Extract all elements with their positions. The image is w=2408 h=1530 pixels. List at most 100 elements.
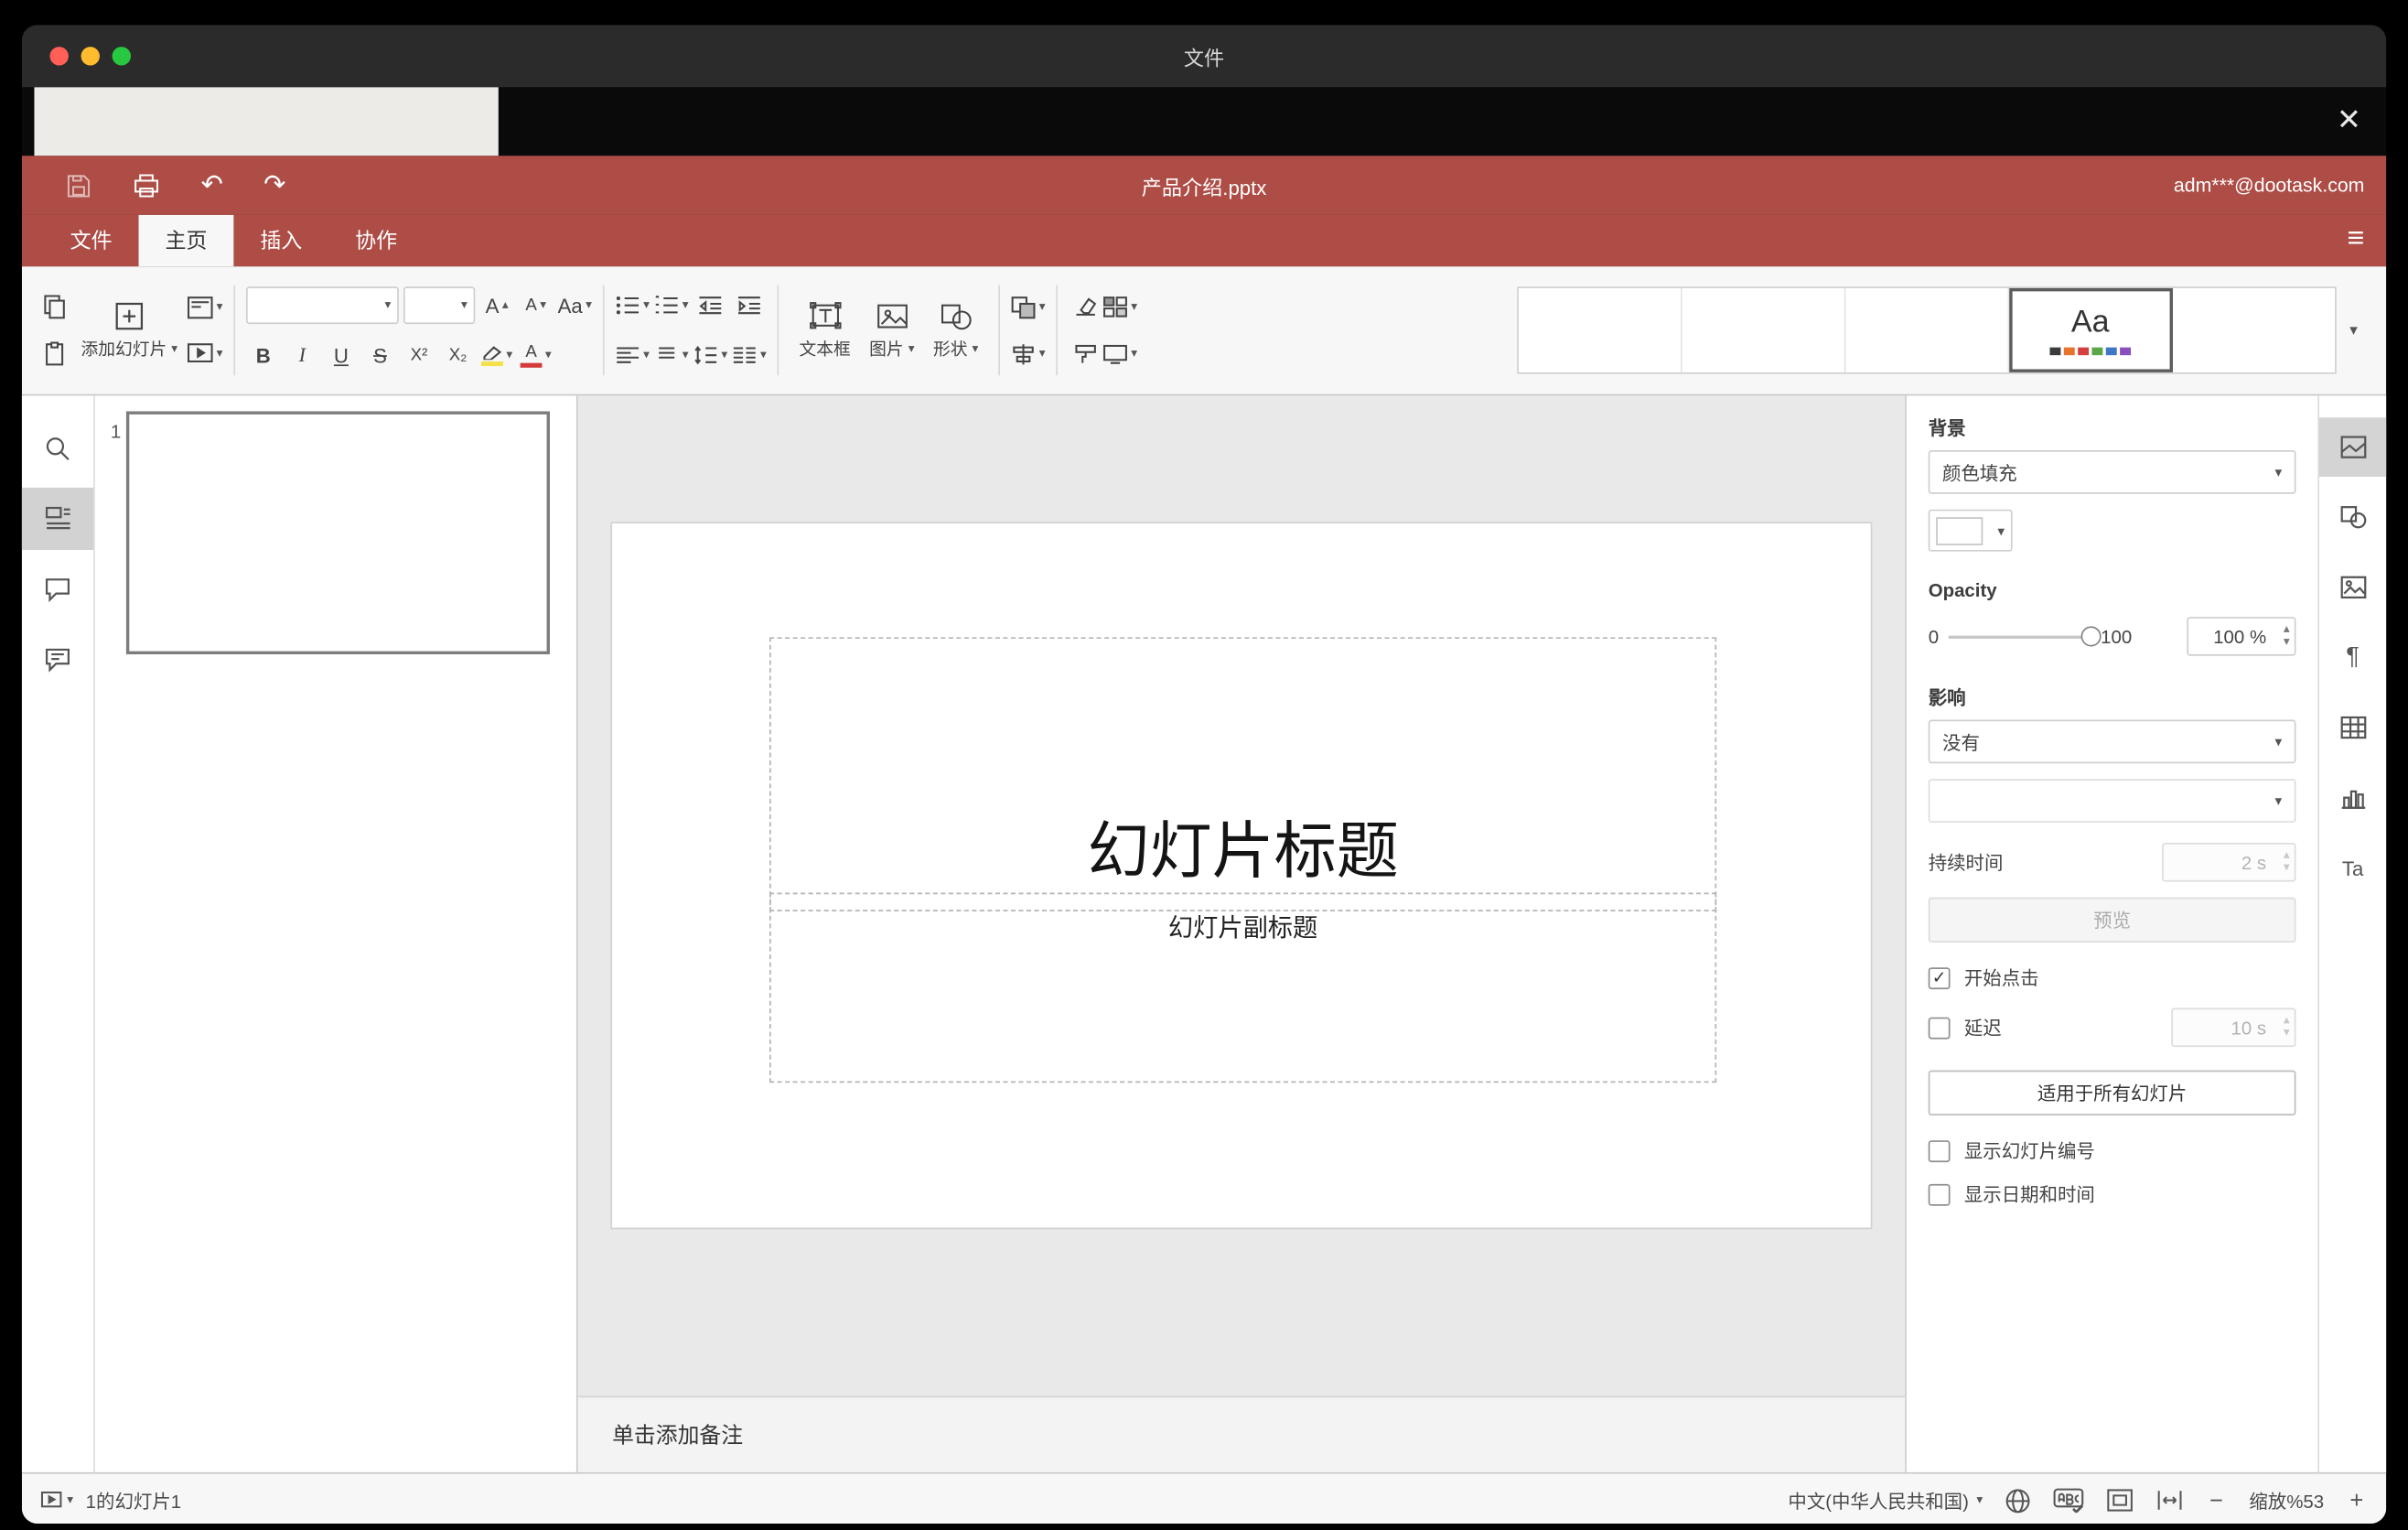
redo-icon[interactable]: ↷	[263, 170, 285, 201]
show-date-time-checkbox[interactable]	[1928, 1183, 1951, 1205]
image-settings-icon[interactable]	[2319, 557, 2386, 617]
fit-width-icon[interactable]	[2155, 1488, 2184, 1513]
background-fill-select[interactable]: 颜色填充 ▾	[1928, 450, 2296, 494]
apply-to-all-slides-button[interactable]: 适用于所有幻灯片	[1928, 1070, 2296, 1115]
underline-button[interactable]: U	[324, 337, 358, 374]
copy-style-icon[interactable]	[1069, 335, 1102, 372]
tab-home[interactable]: 主页	[138, 214, 234, 267]
bold-button[interactable]: B	[246, 337, 280, 374]
left-icon-strip	[21, 395, 95, 1472]
clear-style-icon[interactable]	[1069, 288, 1102, 326]
opacity-slider[interactable]	[1948, 625, 2102, 646]
paragraph-settings-icon[interactable]: ¶	[2319, 628, 2386, 687]
theme-tile[interactable]	[1682, 287, 1846, 372]
arrange-shapes-icon[interactable]: ▾	[1011, 288, 1046, 326]
insert-image-button[interactable]: 图片 ▾	[860, 266, 924, 394]
color-scheme-icon[interactable]: ▾	[1103, 288, 1137, 326]
delay-row: 延迟 10 s ▴ ▾	[1928, 1007, 2296, 1048]
right-icon-strip: ¶ Ta	[2317, 395, 2387, 1472]
font-color-icon[interactable]: A ▾	[519, 337, 553, 374]
app: 文件 ✕ ↶ ↷ 产品介绍.pptx adm***@dootask.com 文件…	[0, 0, 2408, 1530]
notes-area[interactable]: 单击添加备注	[577, 1395, 1906, 1472]
change-case-icon[interactable]: Aa ▾	[558, 286, 592, 324]
zoom-out-icon[interactable]: −	[2206, 1487, 2228, 1514]
language-selector[interactable]: 中文(中华人民共和国) ▾	[1788, 1487, 1983, 1514]
start-slideshow-status-icon[interactable]: ▾	[40, 1490, 73, 1512]
close-icon[interactable]: ✕	[2337, 102, 2361, 138]
chevron-down-icon: ▾	[972, 339, 979, 355]
subtitle-placeholder[interactable]: 幻灯片副标题	[769, 892, 1717, 1083]
print-icon[interactable]	[133, 172, 161, 199]
increase-font-icon[interactable]: A ▴	[479, 286, 513, 324]
theme-tile[interactable]	[1518, 287, 1682, 372]
highlight-color-icon[interactable]: ▾	[479, 337, 513, 374]
chevron-down-icon: ▾	[1976, 1492, 1983, 1507]
horizontal-align-icon[interactable]: ▾	[616, 337, 650, 374]
fit-slide-icon[interactable]	[2106, 1488, 2134, 1513]
add-slide-button[interactable]: 添加幻灯片 ▾	[71, 266, 187, 394]
table-settings-icon[interactable]	[2319, 698, 2386, 758]
strikethrough-button[interactable]: S	[363, 337, 397, 374]
textart-settings-icon[interactable]: Ta	[2319, 838, 2386, 898]
numbering-icon[interactable]: ▾	[654, 286, 689, 324]
theme-gallery-expand-icon[interactable]: ▾	[2337, 288, 2370, 372]
spellcheck-icon[interactable]	[2053, 1488, 2084, 1514]
title-placeholder[interactable]: 幻灯片标题	[769, 637, 1717, 911]
theme-tile[interactable]	[2172, 287, 2336, 372]
paste-icon[interactable]	[38, 335, 71, 372]
background-color-picker[interactable]: ▾	[1928, 509, 2013, 552]
document-language-icon[interactable]	[2005, 1487, 2031, 1514]
shape-settings-icon[interactable]	[2319, 488, 2386, 547]
maximize-traffic-button[interactable]	[112, 47, 132, 66]
zoom-in-icon[interactable]: +	[2346, 1487, 2368, 1514]
insert-shape-button[interactable]: 形状 ▾	[924, 266, 988, 394]
color-swatch	[1936, 516, 1983, 545]
increase-indent-icon[interactable]	[732, 286, 766, 324]
menu-icon[interactable]: ≡	[2348, 222, 2365, 256]
slide-settings-icon[interactable]	[2319, 417, 2387, 477]
tab-collaboration[interactable]: 协作	[328, 215, 424, 266]
show-slide-number-checkbox[interactable]	[1928, 1139, 1951, 1162]
slide-layout-icon[interactable]: ▾	[187, 288, 223, 326]
decrease-indent-icon[interactable]	[693, 286, 727, 324]
slide-size-icon[interactable]: ▾	[1103, 335, 1137, 372]
line-spacing-icon[interactable]: ▾	[693, 337, 727, 374]
comments-icon[interactable]	[22, 557, 93, 620]
save-icon[interactable]	[66, 172, 92, 199]
start-on-click-checkbox[interactable]: ✓	[1928, 966, 1951, 989]
slides-panel-icon[interactable]	[21, 487, 94, 550]
slide-thumbnail[interactable]	[125, 411, 550, 655]
opacity-spinner[interactable]: 100 % ▴ ▾	[2187, 617, 2296, 656]
align-shapes-icon[interactable]: ▾	[1011, 335, 1046, 372]
minimize-traffic-button[interactable]	[81, 47, 100, 66]
font-name-combo[interactable]: ▾	[246, 286, 399, 325]
account-email: adm***@dootask.com	[2173, 174, 2365, 197]
superscript-button[interactable]: X²	[402, 337, 435, 374]
subscript-button[interactable]: X₂	[441, 337, 475, 374]
close-traffic-button[interactable]	[49, 47, 69, 66]
chevron-down-icon: ▾	[216, 298, 223, 314]
theme-tile[interactable]	[1845, 287, 2010, 372]
font-size-combo[interactable]: ▾	[403, 286, 476, 325]
chart-settings-icon[interactable]	[2319, 768, 2386, 827]
decrease-font-icon[interactable]: A ▾	[519, 286, 553, 324]
tab-insert[interactable]: 插入	[233, 215, 328, 266]
start-slideshow-icon[interactable]: ▾	[187, 335, 223, 372]
copy-icon[interactable]	[38, 288, 71, 326]
undo-icon[interactable]: ↶	[201, 170, 223, 201]
feedback-icon[interactable]	[22, 628, 93, 690]
opacity-slider-knob[interactable]	[2080, 625, 2102, 646]
vertical-align-icon[interactable]: ▾	[654, 337, 689, 374]
italic-button[interactable]: I	[285, 337, 319, 374]
search-icon[interactable]	[22, 417, 93, 479]
insert-textbox-button[interactable]: 文本框	[790, 266, 860, 394]
tab-file[interactable]: 文件	[44, 215, 139, 266]
bullets-icon[interactable]: ▾	[616, 286, 650, 324]
delay-checkbox[interactable]	[1928, 1016, 1951, 1039]
theme-gallery: Aa ▾	[1517, 286, 2370, 374]
columns-icon[interactable]: ▾	[732, 337, 767, 374]
start-on-click-label: 开始点击	[1963, 967, 2039, 990]
slide-editor[interactable]: 幻灯片标题 幻灯片副标题	[612, 523, 1871, 1228]
theme-tile-selected[interactable]: Aa	[2009, 287, 2173, 372]
effect-select[interactable]: 没有 ▾	[1928, 719, 2296, 764]
